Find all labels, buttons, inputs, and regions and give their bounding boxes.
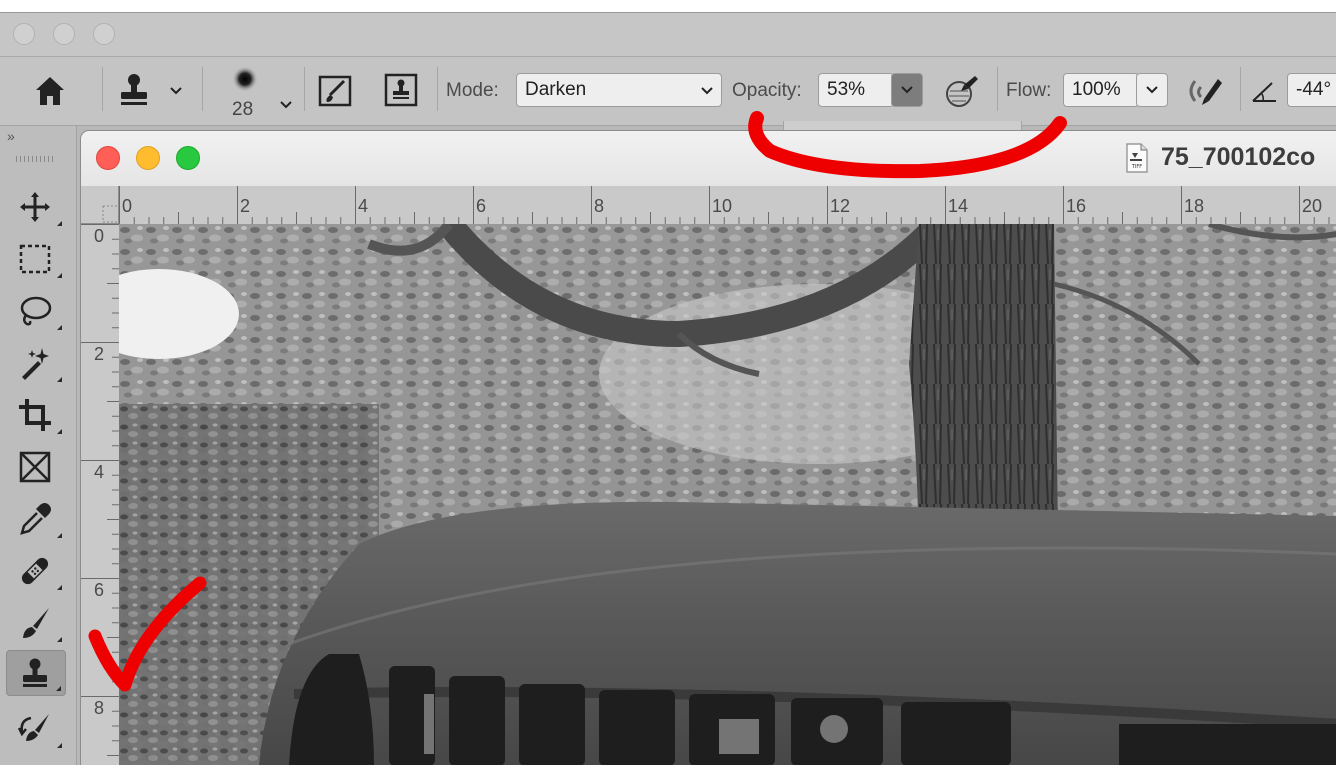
clone-source-panel-button[interactable] (382, 71, 422, 111)
close-button[interactable] (13, 23, 35, 45)
crop-tool[interactable] (6, 392, 66, 438)
file-type-label: TIFF (1131, 164, 1142, 170)
history-brush-tool[interactable] (6, 706, 66, 752)
clone-stamp-icon (121, 74, 147, 105)
photo-image (119, 224, 1336, 765)
angle-value: -44° (1296, 79, 1332, 100)
eyedropper-tool[interactable] (6, 496, 66, 542)
angle-input[interactable]: -44° (1287, 73, 1336, 107)
ruler-h-label: 14 (948, 196, 969, 216)
ruler-h-label: 6 (476, 196, 487, 216)
panel-grip[interactable] (16, 156, 54, 162)
document-title: 75_700102co (1161, 143, 1316, 171)
history-brush-icon (18, 714, 49, 741)
flow-label: Flow: (1006, 80, 1052, 101)
ruler-origin[interactable] (81, 186, 119, 224)
doc-close-button[interactable] (96, 146, 120, 170)
frame-tool[interactable] (6, 444, 66, 490)
chevron-down-icon (901, 86, 913, 94)
minimize-button[interactable] (53, 23, 75, 45)
document-window: TIFF 75_700102co 0 2 4 6 8 10 12 14 16 1… (80, 130, 1336, 765)
pressure-opacity-icon (946, 76, 978, 107)
mode-select[interactable]: Darken (516, 73, 722, 107)
doc-zoom-button[interactable] (176, 146, 200, 170)
airbrush-icon (1189, 79, 1222, 105)
tiff-file-icon: TIFF (1125, 143, 1149, 178)
opacity-value: 53% (827, 79, 866, 100)
collapse-panel-button[interactable]: » (7, 128, 15, 144)
ruler-h-label: 10 (712, 196, 733, 216)
rectangular-marquee-icon (19, 244, 51, 274)
ruler-h-label: 16 (1066, 196, 1087, 216)
crop-icon (19, 399, 51, 431)
opacity-dropdown-button[interactable] (891, 73, 923, 107)
magic-wand-tool[interactable] (6, 340, 66, 386)
doc-minimize-button[interactable] (136, 146, 160, 170)
brush-size-value: 28 (232, 99, 254, 120)
opacity-label: Opacity: (732, 80, 802, 101)
home-button[interactable] (30, 73, 76, 113)
angle-icon-wrapper (1250, 77, 1280, 107)
flow-dropdown-button[interactable] (1136, 73, 1168, 107)
move-tool[interactable] (6, 184, 66, 230)
brush-icon (23, 608, 49, 638)
horizontal-ruler[interactable]: 0 2 4 6 8 10 12 14 16 18 20 (119, 186, 1336, 225)
ruler-v-label: 0 (94, 226, 105, 246)
chevron-down-icon (701, 87, 713, 95)
chevron-down-icon (280, 101, 292, 109)
ruler-h-label: 2 (240, 196, 251, 216)
app-titlebar (0, 13, 1336, 57)
ruler-h-label: 4 (358, 196, 369, 216)
ruler-h-label: 0 (122, 196, 133, 216)
marquee-tool[interactable] (6, 236, 66, 282)
vertical-ruler[interactable]: 0 2 4 6 8 (81, 224, 120, 765)
opacity-input[interactable]: 53% (818, 73, 894, 107)
magic-wand-icon (22, 348, 49, 380)
document-titlebar[interactable]: TIFF 75_700102co (81, 131, 1336, 187)
chevron-down-icon (170, 87, 182, 95)
pressure-opacity-button[interactable] (942, 73, 982, 111)
move-icon (20, 192, 50, 222)
flow-input[interactable]: 100% (1063, 73, 1139, 107)
lasso-icon (20, 296, 52, 326)
ruler-v-label: 4 (94, 462, 105, 482)
ruler-h-label: 12 (830, 196, 851, 216)
bandage-icon (21, 557, 49, 585)
tool-preset-picker[interactable] (114, 71, 194, 113)
clone-stamp-tool[interactable] (6, 650, 66, 696)
ruler-h-label: 18 (1184, 196, 1205, 216)
ruler-v-label: 6 (94, 580, 105, 600)
ruler-v-label: 8 (94, 698, 105, 718)
ruler-h-label: 8 (594, 196, 605, 216)
zoom-button[interactable] (93, 23, 115, 45)
healing-brush-tool[interactable] (6, 548, 66, 594)
lasso-tool[interactable] (6, 288, 66, 334)
mode-value: Darken (525, 79, 587, 100)
eyedropper-icon (20, 503, 51, 535)
frame-icon (19, 451, 51, 483)
soft-brush-tip-icon (232, 66, 258, 92)
ruler-h-label: 20 (1302, 196, 1323, 216)
tools-panel: » (0, 126, 77, 765)
mode-label: Mode: (446, 80, 499, 101)
home-icon (36, 77, 64, 105)
brush-settings-icon (318, 75, 352, 107)
angle-icon (1252, 82, 1276, 102)
options-bar: 28 Mode: Darken Opacity: 53% Flow: 100% … (0, 57, 1336, 126)
image-canvas[interactable] (119, 224, 1336, 765)
brush-tool[interactable] (6, 600, 66, 646)
ruler-v-label: 2 (94, 344, 105, 364)
airbrush-button[interactable] (1184, 71, 1226, 111)
chevron-down-icon (1146, 86, 1158, 94)
clone-stamp-icon (23, 658, 47, 687)
clone-source-icon (384, 73, 418, 107)
flow-value: 100% (1072, 79, 1121, 100)
brush-settings-panel-button[interactable] (316, 71, 356, 111)
photoshop-app: 28 Mode: Darken Opacity: 53% Flow: 100% … (0, 12, 1336, 765)
